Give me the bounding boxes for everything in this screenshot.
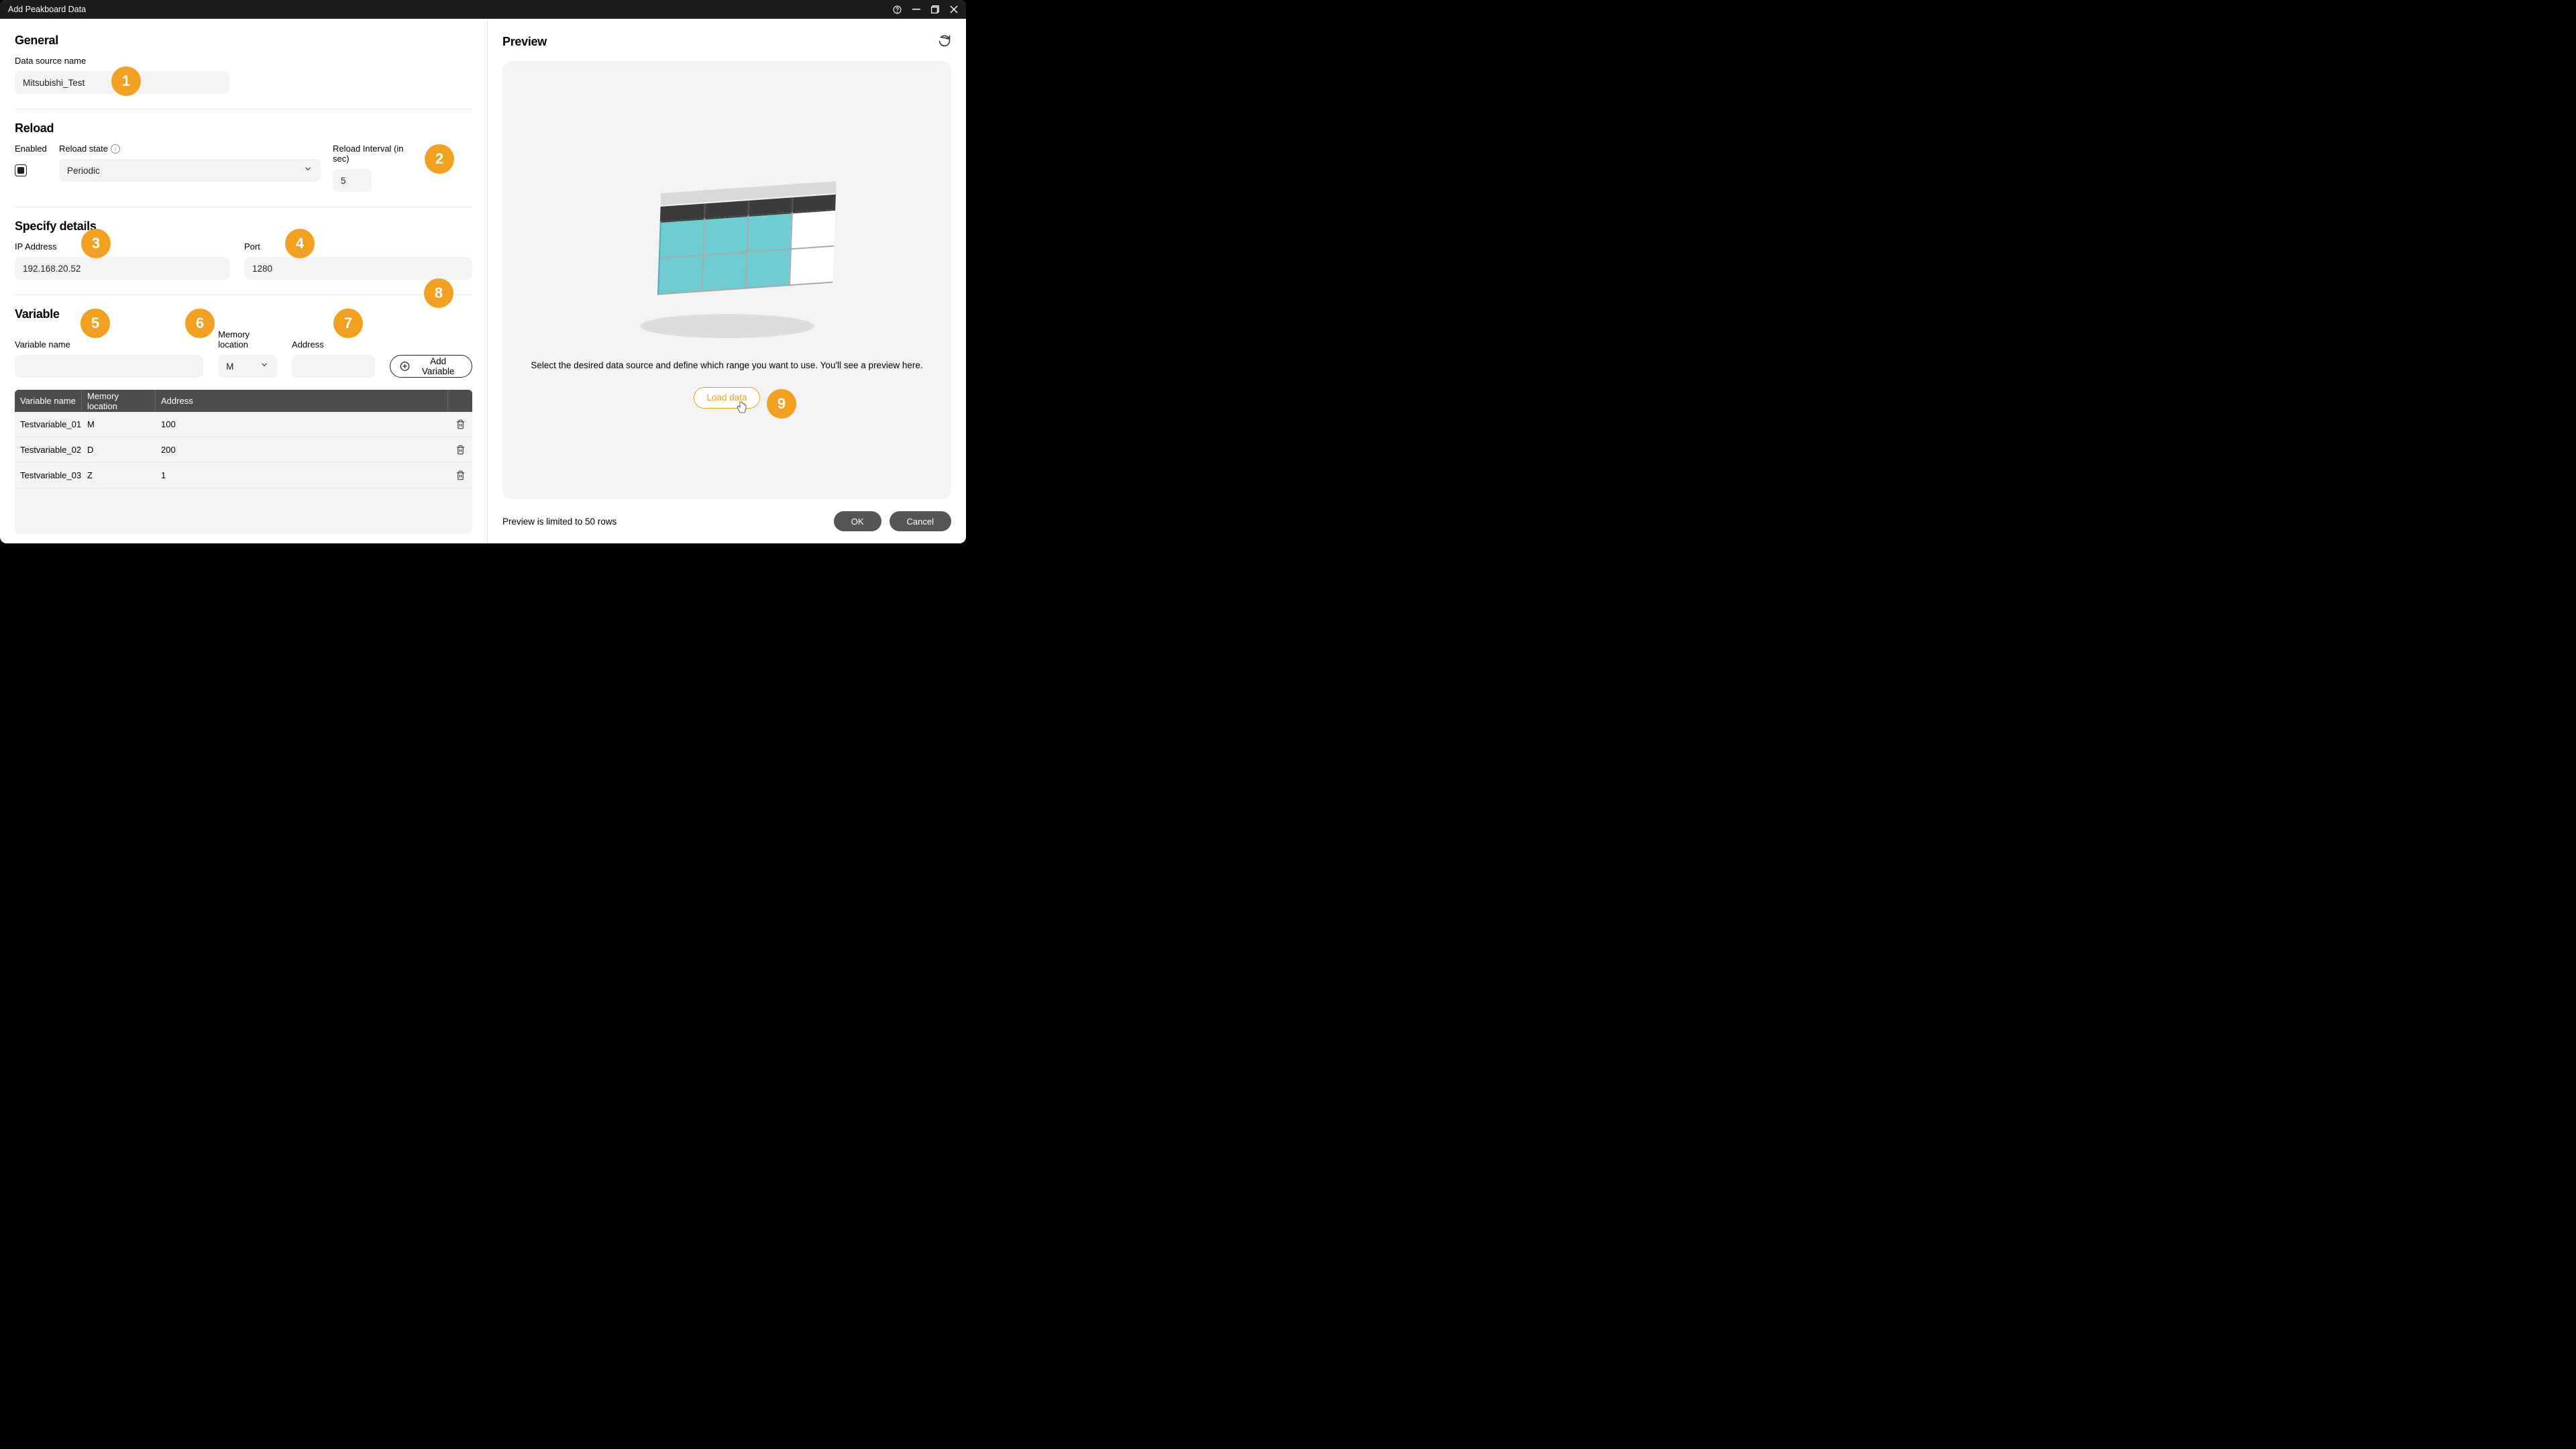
reload-heading: Reload [15,121,472,136]
window-title: Add Peakboard Data [8,5,86,14]
details-heading: Specify details [15,219,472,233]
var-address-input[interactable] [292,355,375,378]
table-row[interactable]: Testvariable_02 D 200 [15,437,472,463]
reload-state-select[interactable] [59,159,321,182]
reload-state-label: Reload state i [59,144,321,154]
trash-icon [455,470,466,480]
refresh-button[interactable] [938,34,951,50]
info-icon[interactable]: i [111,144,120,154]
preview-placeholder: Select the desired data source and defin… [502,61,951,499]
general-heading: General [15,34,472,48]
form-pane: General Data source name Reload Enabled … [0,19,488,543]
add-variable-button[interactable]: Add Variable [390,355,472,378]
var-name-input[interactable] [15,355,203,378]
reload-interval-label: Reload Interval (in sec) [333,144,417,164]
col-var-name: Variable name [15,390,82,412]
variable-table: Variable name Memory location Address Te… [15,390,472,534]
help-icon[interactable] [893,5,902,14]
port-label: Port [244,241,472,252]
delete-row-button[interactable] [448,419,472,429]
port-input[interactable] [244,257,472,280]
ok-button[interactable]: OK [834,511,881,531]
plus-circle-icon [400,361,410,372]
col-var-address: Address [156,390,448,412]
add-variable-label: Add Variable [414,356,462,376]
data-source-name-input[interactable] [15,71,229,94]
preview-hint: Select the desired data source and defin… [531,360,922,372]
maximize-icon[interactable] [931,5,939,13]
var-memory-select[interactable] [218,355,277,378]
var-name-label: Variable name [15,339,203,350]
preview-limit-text: Preview is limited to 50 rows [502,517,616,527]
delete-row-button[interactable] [448,470,472,480]
trash-icon [455,445,466,455]
col-var-memory: Memory location [82,390,156,412]
table-row[interactable]: Testvariable_01 M 100 [15,412,472,437]
variable-heading: Variable [15,307,472,321]
ip-input[interactable] [15,257,229,280]
preview-pane: Preview [488,19,966,543]
var-memory-label: Memory location [218,329,277,350]
minimize-icon[interactable] [912,5,920,13]
table-row[interactable]: Testvariable_03 Z 1 [15,463,472,488]
table-placeholder-icon [606,152,848,353]
reload-interval-input[interactable] [333,169,372,192]
close-icon[interactable] [950,5,958,13]
var-address-label: Address [292,339,375,350]
enabled-label: Enabled [15,144,47,154]
ip-label: IP Address [15,241,229,252]
trash-icon [455,419,466,429]
cancel-button[interactable]: Cancel [890,511,951,531]
delete-row-button[interactable] [448,445,472,455]
preview-heading: Preview [502,35,547,49]
load-data-button[interactable]: Load data [694,387,759,409]
refresh-icon [938,34,951,47]
enabled-checkbox[interactable] [15,164,27,176]
titlebar: Add Peakboard Data [0,0,966,19]
col-actions [448,390,472,412]
data-source-name-label: Data source name [15,56,472,66]
